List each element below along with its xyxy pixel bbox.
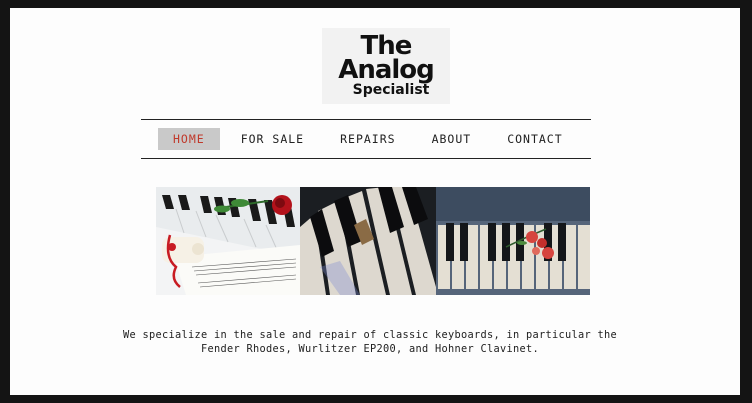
- nav-about[interactable]: ABOUT: [417, 128, 487, 150]
- intro-text: We specialize in the sale and repair of …: [120, 328, 620, 356]
- nav-repairs[interactable]: REPAIRS: [325, 128, 410, 150]
- piano-keys-red-flowers-photo: [436, 187, 590, 295]
- site-logo[interactable]: The Analog Specialist: [322, 28, 450, 104]
- nav-home[interactable]: HOME: [158, 128, 220, 150]
- nav-contact[interactable]: CONTACT: [492, 128, 577, 150]
- nav-for-sale[interactable]: FOR SALE: [226, 128, 319, 150]
- logo-line-3: Specialist: [352, 82, 430, 98]
- hero-photo-strip: [156, 187, 590, 295]
- main-nav: HOME FOR SALE REPAIRS ABOUT CONTACT: [141, 119, 591, 159]
- intro-line-1: We specialize in the sale and repair of …: [123, 329, 617, 341]
- logo-line-2: Analog: [338, 55, 435, 85]
- intro-line-2: Fender Rhodes, Wurlitzer EP200, and Hohn…: [201, 343, 539, 355]
- piano-keys-closeup-photo: [300, 187, 436, 295]
- piano-keys-roses-sheet-music-photo: [156, 187, 300, 295]
